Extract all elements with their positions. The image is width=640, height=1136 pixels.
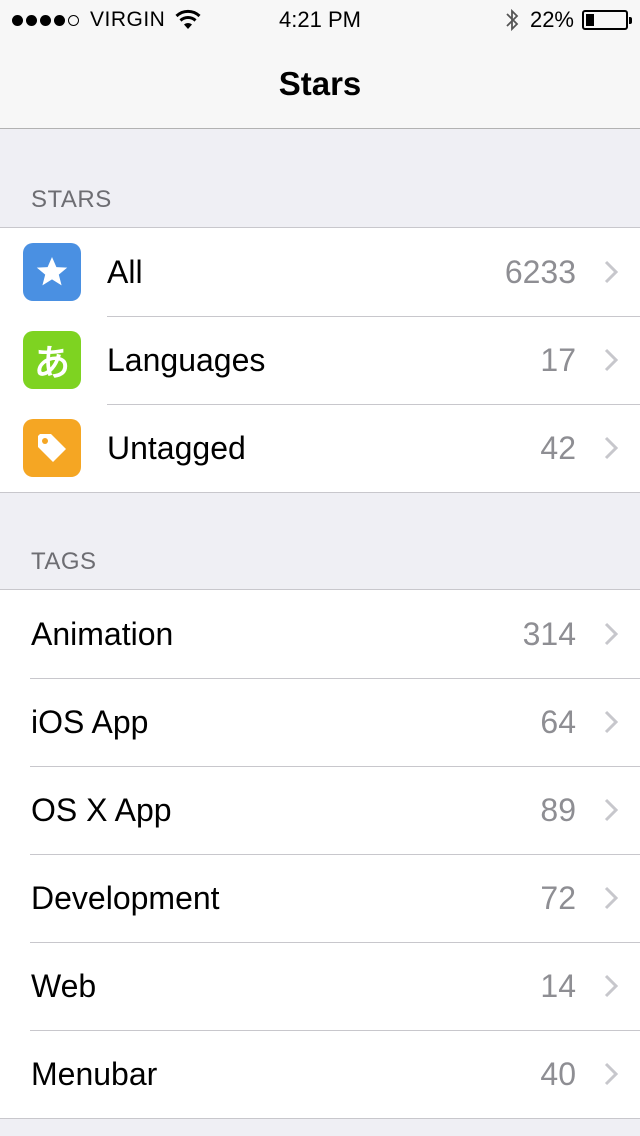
row-label: All bbox=[107, 253, 143, 290]
chevron-right-icon bbox=[604, 1062, 618, 1086]
row-label: Development bbox=[31, 879, 220, 916]
chevron-right-icon bbox=[604, 974, 618, 998]
tag-row-development[interactable]: Development 72 bbox=[0, 854, 640, 942]
stars-row-languages[interactable]: あ Languages 17 bbox=[0, 316, 640, 404]
hiragana-a-icon: あ bbox=[23, 331, 81, 389]
tag-icon bbox=[23, 419, 81, 477]
tag-row-os-x-app[interactable]: OS X App 89 bbox=[0, 766, 640, 854]
section-header-stars: STARS bbox=[31, 186, 112, 213]
tags-group: Animation 314 iOS App 64 OS X App 89 Dev… bbox=[0, 589, 640, 1119]
chevron-right-icon bbox=[604, 260, 618, 284]
tag-row-animation[interactable]: Animation 314 bbox=[0, 590, 640, 678]
status-right: 22% bbox=[504, 7, 632, 33]
row-label: Languages bbox=[107, 341, 266, 378]
tag-row-menubar[interactable]: Menubar 40 bbox=[0, 1030, 640, 1118]
battery-percent: 22% bbox=[529, 7, 574, 32]
star-icon bbox=[23, 243, 81, 301]
chevron-right-icon bbox=[604, 798, 618, 822]
section-header-tags: TAGS bbox=[31, 548, 97, 575]
status-bar: VIRGIN 4:21 PM 22% bbox=[0, 0, 640, 40]
row-count: 6233 bbox=[504, 253, 576, 290]
row-label: Untagged bbox=[107, 429, 246, 466]
row-count: 42 bbox=[540, 429, 576, 466]
navigation-bar: Stars bbox=[0, 40, 640, 129]
row-count: 314 bbox=[522, 615, 576, 652]
row-count: 17 bbox=[540, 341, 576, 378]
row-label: iOS App bbox=[31, 703, 149, 740]
row-label: Web bbox=[31, 967, 97, 1004]
row-count: 72 bbox=[540, 879, 576, 916]
chevron-right-icon bbox=[604, 348, 618, 372]
stars-row-all[interactable]: All 6233 bbox=[0, 228, 640, 316]
star-icon-glyph bbox=[36, 257, 68, 286]
tag-row-web[interactable]: Web 14 bbox=[0, 942, 640, 1030]
chevron-right-icon bbox=[604, 886, 618, 910]
battery-icon bbox=[582, 10, 632, 30]
battery-fill bbox=[586, 14, 594, 26]
chevron-right-icon bbox=[604, 622, 618, 646]
row-label: Menubar bbox=[31, 1055, 158, 1092]
row-label: Animation bbox=[31, 615, 174, 652]
stars-group: All 6233 あ Languages 17 Untagged 42 bbox=[0, 227, 640, 493]
page-title: Stars bbox=[278, 65, 362, 102]
row-count: 89 bbox=[540, 791, 576, 828]
row-count: 14 bbox=[540, 967, 576, 1004]
tag-icon-glyph bbox=[38, 434, 66, 462]
bluetooth-icon bbox=[506, 8, 519, 32]
tag-row-ios-app[interactable]: iOS App 64 bbox=[0, 678, 640, 766]
chevron-right-icon bbox=[604, 436, 618, 460]
row-count: 40 bbox=[540, 1055, 576, 1092]
row-count: 64 bbox=[540, 703, 576, 740]
row-label: OS X App bbox=[31, 791, 172, 828]
hiragana-glyph: あ bbox=[33, 343, 70, 384]
stars-row-untagged[interactable]: Untagged 42 bbox=[0, 404, 640, 492]
chevron-right-icon bbox=[604, 710, 618, 734]
